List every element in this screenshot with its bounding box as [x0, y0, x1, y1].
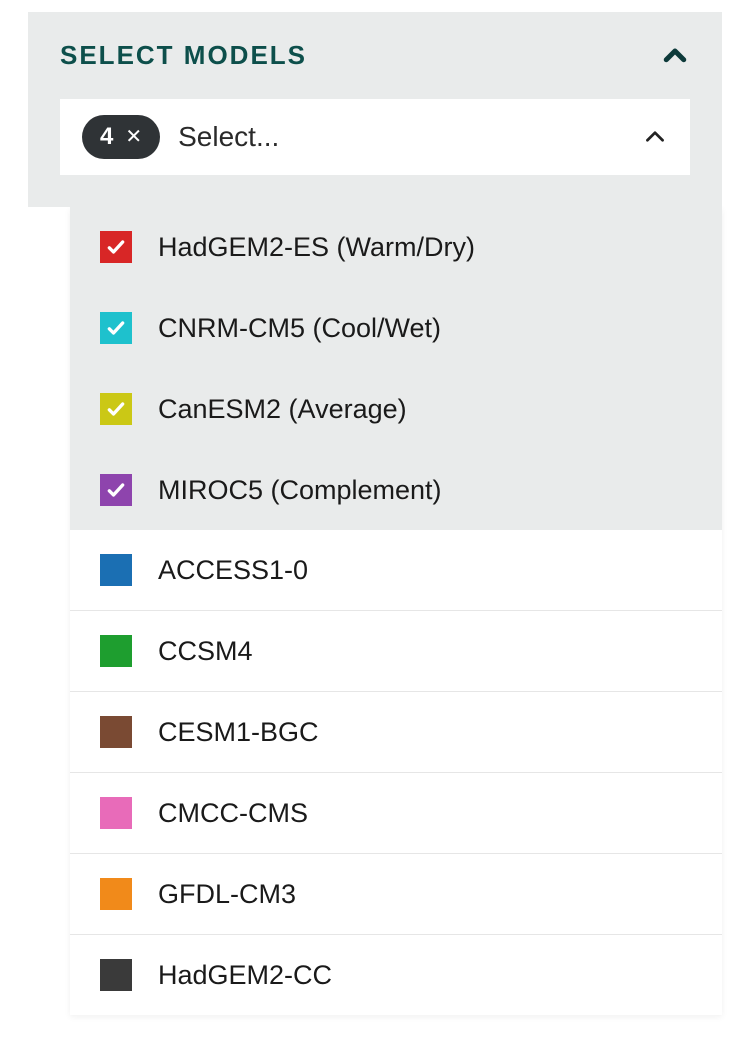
model-option-label: MIROC5 (Complement): [158, 475, 442, 506]
model-option-label: CNRM-CM5 (Cool/Wet): [158, 313, 441, 344]
checkbox-checked-icon[interactable]: [100, 393, 132, 425]
model-option-label: HadGEM2-ES (Warm/Dry): [158, 232, 475, 263]
chevron-up-icon[interactable]: [660, 41, 690, 71]
model-option[interactable]: CMCC-CMS: [70, 772, 722, 853]
color-swatch[interactable]: [100, 716, 132, 748]
model-option[interactable]: MIROC5 (Complement): [70, 449, 722, 530]
model-option[interactable]: CanESM2 (Average): [70, 368, 722, 449]
color-swatch[interactable]: [100, 635, 132, 667]
model-option[interactable]: ACCESS1-0: [70, 530, 722, 610]
model-option-label: ACCESS1-0: [158, 555, 308, 586]
model-option[interactable]: CCSM4: [70, 610, 722, 691]
select-placeholder: Select...: [178, 121, 624, 153]
chevron-up-icon[interactable]: [642, 124, 668, 150]
model-option-label: CanESM2 (Average): [158, 394, 407, 425]
model-select-input[interactable]: 4 ✕ Select...: [60, 99, 690, 175]
checkbox-checked-icon[interactable]: [100, 312, 132, 344]
model-option-label: CESM1-BGC: [158, 717, 319, 748]
model-option-label: HadGEM2-CC: [158, 960, 332, 991]
color-swatch[interactable]: [100, 554, 132, 586]
selection-count-chip[interactable]: 4 ✕: [82, 115, 160, 159]
model-option[interactable]: HadGEM2-CC: [70, 934, 722, 1015]
model-option-label: CCSM4: [158, 636, 253, 667]
clear-selection-icon[interactable]: ✕: [125, 127, 142, 147]
selection-count: 4: [100, 123, 113, 151]
color-swatch[interactable]: [100, 878, 132, 910]
select-models-panel: SELECT MODELS 4 ✕ Select...: [28, 12, 722, 207]
model-option[interactable]: GFDL-CM3: [70, 853, 722, 934]
color-swatch[interactable]: [100, 959, 132, 991]
color-swatch[interactable]: [100, 797, 132, 829]
model-option[interactable]: HadGEM2-ES (Warm/Dry): [70, 207, 722, 287]
model-options-dropdown: HadGEM2-ES (Warm/Dry) CNRM-CM5 (Cool/Wet)…: [70, 207, 722, 1015]
model-option[interactable]: CNRM-CM5 (Cool/Wet): [70, 287, 722, 368]
panel-title: SELECT MODELS: [60, 40, 307, 71]
checkbox-checked-icon[interactable]: [100, 231, 132, 263]
panel-header: SELECT MODELS: [60, 40, 690, 71]
model-option[interactable]: CESM1-BGC: [70, 691, 722, 772]
model-option-label: GFDL-CM3: [158, 879, 296, 910]
model-option-label: CMCC-CMS: [158, 798, 308, 829]
checkbox-checked-icon[interactable]: [100, 474, 132, 506]
